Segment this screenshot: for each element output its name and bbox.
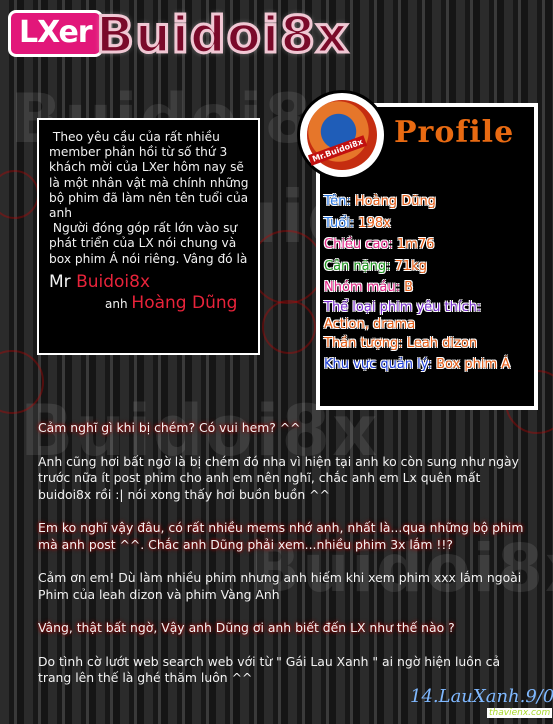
profile-field: Thần tượng: Leah dizon bbox=[324, 333, 530, 355]
profile-field-key: Tuổi: bbox=[324, 215, 355, 231]
site-watermark: thavienx.com bbox=[487, 708, 553, 718]
intro-anh-name: Hoàng Dũng bbox=[131, 293, 238, 314]
profile-field-key: Tên: bbox=[324, 194, 351, 209]
avatar: Mr.Buidoi8x bbox=[300, 93, 384, 177]
profile-field-key: Thần tượng: bbox=[324, 335, 403, 351]
decor-swirl bbox=[262, 300, 316, 354]
profile-field: Tuổi: 198x bbox=[324, 213, 530, 235]
profile-fields: Tên: Hoàng Dũng Tuổi: 198x Chiều cao: 1m76… bbox=[324, 191, 530, 376]
profile-field-value: 1m76 bbox=[396, 237, 435, 252]
profile-field-key: Chiều cao: bbox=[324, 237, 393, 252]
logo-badge: LXer bbox=[8, 10, 103, 57]
profile-field-value: 71kg bbox=[394, 258, 427, 274]
page-background: Buidoi8x Buidoi8x Buidoi8x Buidoi8x LXer… bbox=[0, 0, 553, 724]
interview-answer: Cảm ơn em! Dù làm nhiều phim nhưng anh h… bbox=[38, 570, 522, 602]
signature: 14.LauXanh.9/08 bbox=[410, 686, 553, 707]
profile-field-value: 198x bbox=[358, 215, 391, 231]
profile-field: Thể loại phim yêu thích: Action, drama bbox=[324, 299, 530, 333]
profile-field-key: Thể loại phim yêu thích: bbox=[324, 299, 482, 315]
interview-question: Vâng, thật bất ngờ, Vậy anh Dũng ơi anh … bbox=[38, 620, 455, 635]
profile-field-value: Leah dizon bbox=[406, 335, 478, 351]
profile-field: Tên: Hoàng Dũng bbox=[324, 191, 530, 213]
profile-card: Mr.Buidoi8x Profile Tên: Hoàng Dũng Tuổi:… bbox=[300, 93, 538, 410]
interview-answer: Anh cũng hơi bất ngờ là bị chém đó nha v… bbox=[38, 453, 519, 502]
interview: Cảm nghĩ gì khi bị chém? Có vui hem? ^^ A… bbox=[38, 420, 534, 687]
profile-title: Profile bbox=[394, 115, 515, 150]
intro-mr-name: Buidoi8x bbox=[76, 271, 151, 292]
logo-wordmark: Buidoi8x bbox=[94, 5, 350, 66]
profile-field-key: Cân nặng: bbox=[324, 258, 391, 274]
profile-field-key: Khu vực quản lý: bbox=[324, 357, 432, 372]
profile-field: Nhóm máu: B bbox=[324, 277, 530, 299]
interview-answer: Do tình cờ lướt web search web với từ " … bbox=[38, 653, 501, 686]
intro-mr-line: Mr Buidoi8x bbox=[49, 271, 151, 292]
intro-box: Theo yêu cầu của rất nhiều member phản h… bbox=[37, 118, 260, 355]
intro-anh-line: anh Hoàng Dũng bbox=[105, 293, 238, 314]
interview-question: Cảm nghĩ gì khi bị chém? Có vui hem? ^^ bbox=[38, 420, 301, 435]
profile-field-value: Hoàng Dũng bbox=[354, 194, 436, 209]
profile-field: Chiều cao: 1m76 bbox=[324, 234, 530, 256]
profile-field: Khu vực quản lý: Box phim Á bbox=[324, 354, 530, 376]
profile-field: Cân nặng: 71kg bbox=[324, 256, 530, 278]
profile-field-value: B bbox=[404, 280, 414, 295]
decor-swirl bbox=[250, 230, 324, 304]
intro-paragraph: Người đóng góp rất lớn vào sự phát triển… bbox=[49, 221, 248, 266]
profile-field-key: Nhóm máu: bbox=[324, 280, 400, 295]
profile-field-value: Action, drama bbox=[324, 316, 416, 332]
intro-paragraph: Theo yêu cầu của rất nhiều member phản h… bbox=[49, 130, 249, 221]
interview-question: Em ko nghĩ vậy đâu, có rất nhiều mems nh… bbox=[38, 520, 524, 552]
profile-field-value: Box phim Á bbox=[436, 357, 511, 372]
decor-swirl bbox=[0, 170, 39, 219]
